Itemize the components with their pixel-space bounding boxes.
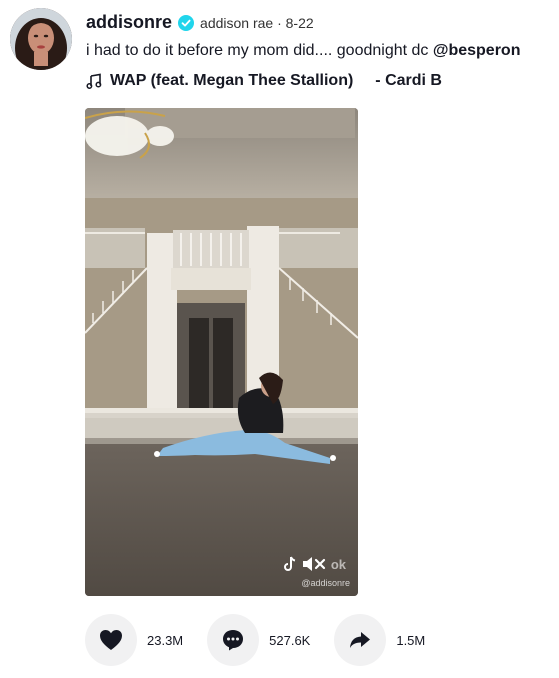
share-arrow-icon [350, 632, 371, 648]
avatar[interactable] [10, 8, 72, 70]
video-frame [85, 108, 358, 596]
watermark-brand: ok [330, 556, 346, 572]
comment-count: 527.6K [269, 632, 311, 648]
avatar-image [10, 8, 72, 70]
comment-action: 527.6K [207, 614, 310, 666]
action-bar: 23.3M 527.6K 1.5M [85, 614, 449, 666]
username[interactable]: addisonre [86, 12, 172, 33]
video-player[interactable]: ok @addisonre [85, 108, 358, 596]
music-artist: - Cardi B [375, 72, 442, 89]
caption-text: i had to do it before my mom did.... goo… [86, 42, 433, 59]
mention-link[interactable]: @besperon [433, 42, 521, 59]
share-action: 1.5M [334, 614, 425, 666]
heart-icon [100, 630, 122, 650]
music-link[interactable]: WAP (feat. Megan Thee Stallion) - Cardi … [86, 72, 442, 90]
share-count: 1.5M [396, 632, 426, 648]
nickname-date: addison rae · 8-22 [200, 14, 314, 31]
like-button[interactable] [85, 614, 137, 666]
tiktok-logo-icon [283, 556, 296, 571]
music-title: WAP (feat. Megan Thee Stallion) [110, 72, 354, 89]
comment-button[interactable] [207, 614, 260, 666]
tiktok-watermark: ok [283, 554, 346, 574]
music-note-icon [86, 73, 102, 89]
like-count: 23.3M [147, 632, 184, 648]
post-header: addisonre addison rae · 8-22 [86, 12, 314, 33]
watermark-username: @addisonre [301, 578, 350, 588]
comment-icon [223, 630, 244, 651]
mute-icon[interactable] [301, 554, 327, 574]
verified-badge-icon [178, 14, 195, 31]
like-action: 23.3M [85, 614, 183, 666]
caption: i had to do it before my mom did.... goo… [86, 42, 520, 60]
share-button[interactable] [334, 614, 387, 666]
